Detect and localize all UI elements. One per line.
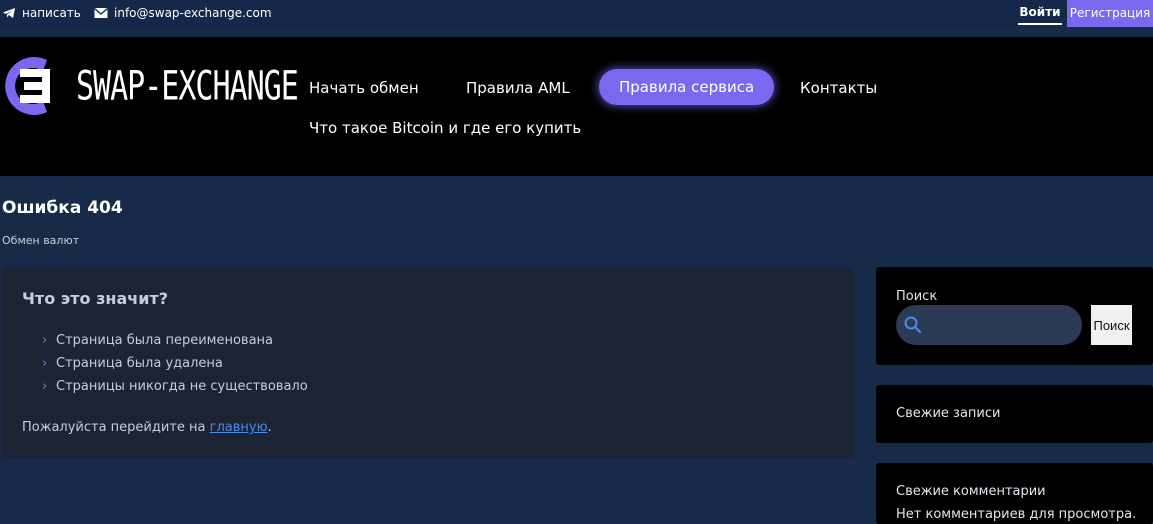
reason-text: Страницы никогда не существовало bbox=[56, 378, 308, 394]
recent-comments-widget: Свежие комментарии Нет комментариев для … bbox=[876, 463, 1153, 524]
email-contact[interactable]: info@swap-exchange.com bbox=[94, 6, 272, 20]
telegram-icon bbox=[3, 8, 15, 18]
mail-icon bbox=[94, 7, 108, 18]
no-comments-text: Нет комментариев для просмотра. bbox=[896, 507, 1137, 522]
nav-aml-rules[interactable]: Правила AML bbox=[466, 79, 570, 97]
reason-text: Страница была переименована bbox=[56, 332, 274, 348]
telegram-label: написать bbox=[22, 6, 81, 20]
list-item: › Страница была удалена bbox=[42, 352, 308, 375]
site-header: SWAP-EXCHANGE Начать обмен Правила AML П… bbox=[0, 37, 1153, 176]
logo-mark-icon bbox=[5, 56, 50, 115]
telegram-contact[interactable]: написать bbox=[2, 6, 81, 20]
home-link[interactable]: главную bbox=[210, 420, 268, 435]
list-item: › Страница была переименована bbox=[42, 329, 308, 352]
nav-what-is-bitcoin[interactable]: Что такое Bitcoin и где его купить bbox=[309, 119, 581, 137]
recent-posts-widget: Свежие записи bbox=[876, 385, 1153, 443]
nav-contacts[interactable]: Контакты bbox=[800, 79, 877, 97]
register-button[interactable]: Регистрация bbox=[1067, 0, 1153, 27]
search-button[interactable]: Поиск bbox=[1091, 305, 1132, 345]
home-hint: Пожалуйста перейдите на главную. bbox=[22, 420, 272, 435]
search-icon bbox=[904, 316, 922, 334]
error-card: Что это значит? › Страница была переимен… bbox=[2, 267, 853, 458]
email-address: info@swap-exchange.com bbox=[114, 6, 272, 20]
search-widget: Поиск Поиск bbox=[876, 267, 1153, 365]
chevron-right-icon: › bbox=[42, 332, 48, 348]
logo-text: SWAP-EXCHANGE bbox=[76, 62, 299, 110]
reason-list: › Страница была переименована › Страница… bbox=[42, 329, 308, 398]
top-bar: написать info@swap-exchange.com Войти Ре… bbox=[0, 0, 1153, 27]
nav-start-exchange[interactable]: Начать обмен bbox=[309, 79, 419, 97]
page-title: Ошибка 404 bbox=[2, 198, 123, 218]
search-label: Поиск bbox=[896, 289, 938, 304]
hint-prefix: Пожалуйста перейдите на bbox=[22, 420, 210, 435]
recent-comments-title: Свежие комментарии bbox=[896, 484, 1046, 499]
search-input[interactable] bbox=[930, 317, 1070, 333]
hint-suffix: . bbox=[267, 420, 272, 435]
recent-posts-title: Свежие записи bbox=[896, 406, 1001, 421]
chevron-right-icon: › bbox=[42, 355, 48, 371]
search-field[interactable] bbox=[896, 305, 1082, 345]
nav-service-rules[interactable]: Правила сервиса bbox=[599, 69, 775, 105]
error-heading: Что это значит? bbox=[22, 289, 168, 308]
site-logo[interactable]: SWAP-EXCHANGE bbox=[2, 55, 299, 117]
login-link[interactable]: Войти bbox=[1018, 0, 1062, 25]
breadcrumb[interactable]: Обмен валют bbox=[2, 234, 79, 247]
chevron-right-icon: › bbox=[42, 378, 48, 394]
reason-text: Страница была удалена bbox=[56, 355, 223, 371]
list-item: › Страницы никогда не существовало bbox=[42, 375, 308, 398]
